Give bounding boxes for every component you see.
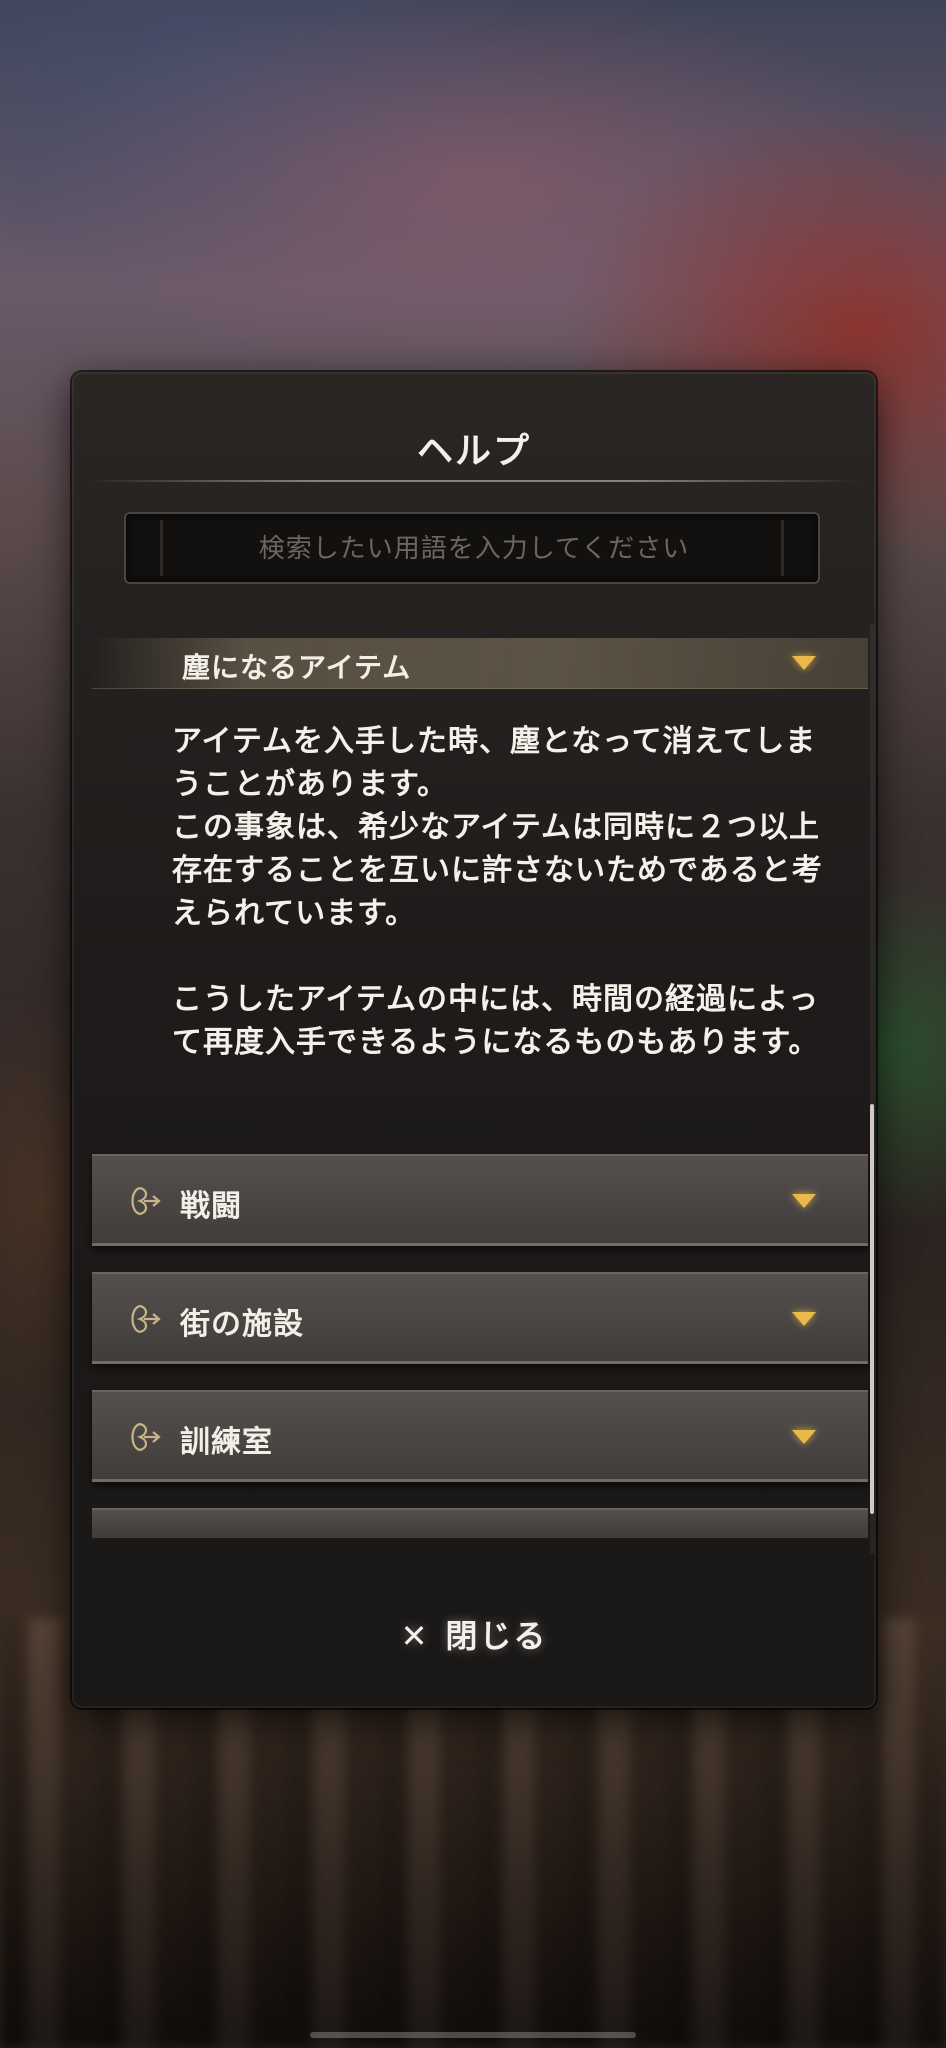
search-input[interactable] — [126, 514, 822, 584]
close-x-icon: ✕ — [400, 1617, 430, 1655]
description-paragraph: こうしたアイテムの中には、時間の経過によって再度入手できるようになるものもありま… — [172, 982, 820, 1060]
category-label: 街の施設 — [180, 1307, 304, 1342]
chevron-down-icon — [792, 1430, 816, 1444]
category-label: 戦闘 — [180, 1189, 242, 1224]
help-dialog: ヘルプ 塵になるアイテム アイテムを入手した時、塵となって消えてしまうことがあり… — [72, 372, 876, 1708]
category-row-training-room[interactable]: 訓練室 — [92, 1390, 868, 1482]
category-row-battle[interactable]: 戦闘 — [92, 1154, 868, 1246]
chevron-down-icon — [792, 656, 816, 670]
category-row-town-facilities[interactable]: 街の施設 — [92, 1272, 868, 1364]
home-indicator[interactable] — [310, 2032, 636, 2038]
ornate-arrow-icon — [131, 1186, 161, 1216]
help-topic-list[interactable]: 塵になるアイテム アイテムを入手した時、塵となって消えてしまうことがあります。こ… — [72, 624, 876, 1554]
dialog-title: ヘルプ — [416, 431, 531, 472]
ornate-arrow-icon — [131, 1304, 161, 1334]
scrollbar-thumb[interactable] — [870, 1104, 874, 1514]
chevron-down-icon — [792, 1194, 816, 1208]
topic-title: 塵になるアイテム — [182, 651, 412, 684]
title-divider — [88, 480, 860, 482]
category-label: 訓練室 — [180, 1425, 273, 1460]
chevron-down-icon — [792, 1312, 816, 1326]
close-label: 閉じる — [445, 1617, 548, 1655]
description-paragraph: アイテムを入手した時、塵となって消えてしまうことがあります。 この事象は、希少なア… — [172, 724, 823, 931]
close-button[interactable]: ✕ 閉じる — [344, 1594, 604, 1674]
search-box[interactable] — [124, 512, 822, 584]
topic-header-expanded[interactable]: 塵になるアイテム — [92, 638, 868, 689]
ornate-arrow-icon — [131, 1422, 161, 1452]
category-row-partial[interactable] — [92, 1508, 868, 1538]
topic-description: アイテムを入手した時、塵となって消えてしまうことがあります。 この事象は、希少なア… — [172, 720, 832, 1064]
